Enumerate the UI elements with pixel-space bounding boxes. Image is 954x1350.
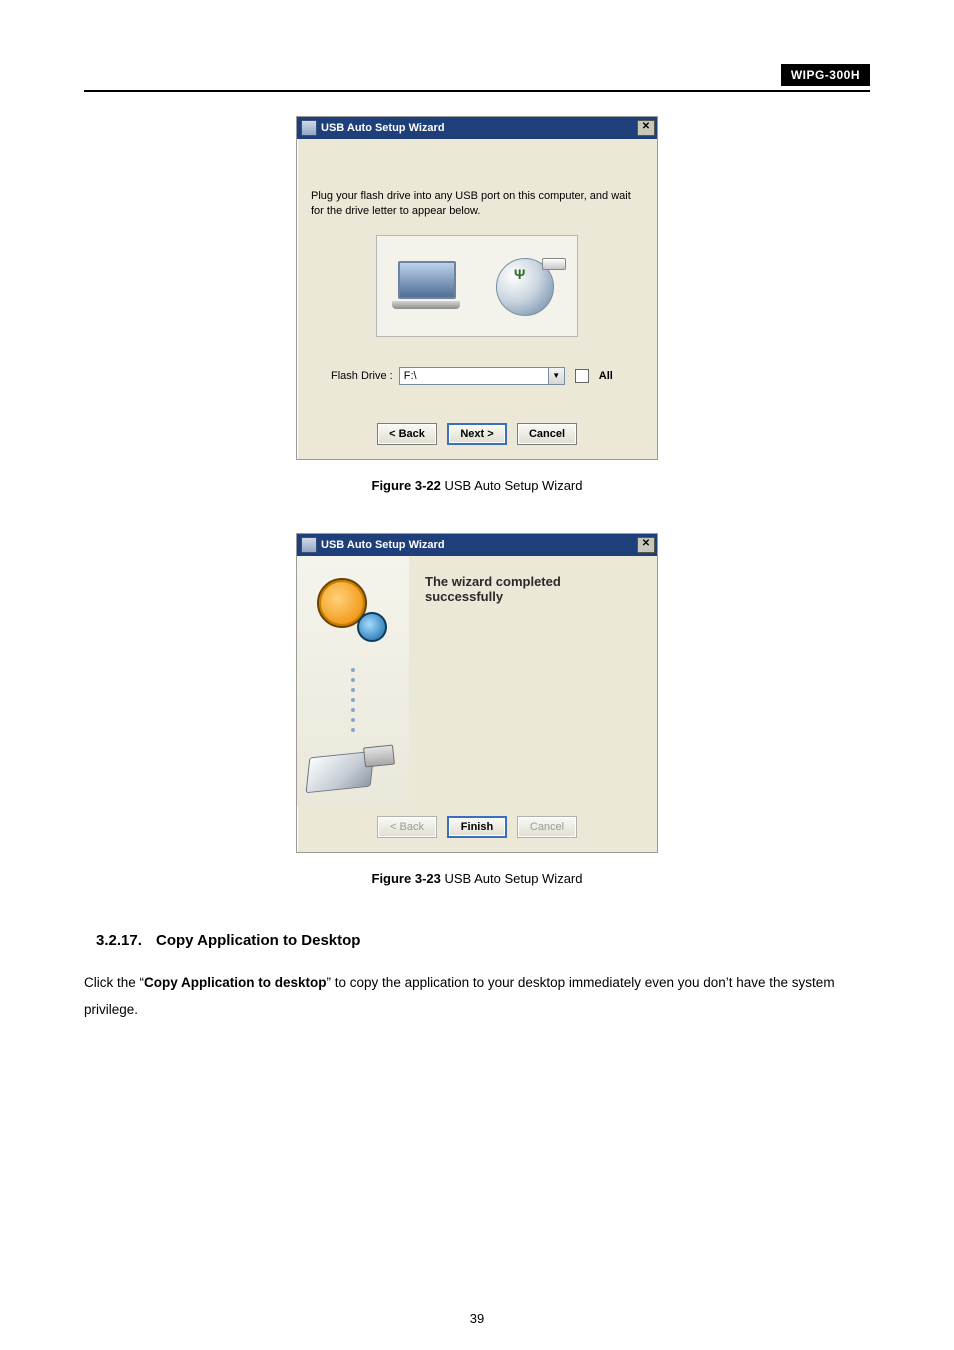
flash-drive-label: Flash Drive : [331, 370, 393, 382]
instruction-text: Plug your flash drive into any USB port … [311, 189, 643, 219]
section-body: Click the “Copy Application to desktop” … [84, 969, 870, 1023]
dialog-button-bar: < Back Finish Cancel [297, 806, 657, 852]
laptop-icon [392, 261, 462, 311]
usb-hub-icon: Ψ [492, 256, 562, 316]
completed-heading: The wizard completed successfully [425, 574, 641, 604]
figure-caption-1: Figure 3-22 USB Auto Setup Wizard [84, 478, 870, 493]
usb-connector-icon [542, 258, 566, 270]
figure-number: Figure 3-22 [372, 478, 441, 493]
section-number: 3.2.17. [96, 932, 156, 949]
dialog-titlebar: USB Auto Setup Wizard ✕ [297, 534, 657, 556]
wizard-sidebar [297, 556, 409, 806]
finish-button[interactable]: Finish [447, 816, 507, 838]
illustration-frame: Ψ [376, 235, 578, 337]
dialog-title: USB Auto Setup Wizard [321, 539, 637, 551]
dialog-body: Plug your flash drive into any USB port … [297, 139, 657, 413]
header-row: WIPG-300H [84, 64, 870, 86]
flash-drive-input[interactable] [399, 367, 549, 385]
section-heading: 3.2.17.Copy Application to Desktop [96, 932, 870, 949]
gears-icon [313, 574, 393, 664]
usb-symbol-icon: Ψ [514, 266, 525, 282]
figure-caption-2: Figure 3-23 USB Auto Setup Wizard [84, 871, 870, 886]
cancel-button: Cancel [517, 816, 577, 838]
product-tag: WIPG-300H [781, 64, 870, 86]
flash-drive-select[interactable]: ▼ [399, 367, 565, 385]
all-label: All [599, 370, 613, 382]
header-rule [84, 90, 870, 92]
usb-drive-icon [308, 740, 398, 800]
flash-drive-row: Flash Drive : ▼ All [331, 367, 643, 385]
chevron-down-icon[interactable]: ▼ [549, 367, 565, 385]
document-page: WIPG-300H USB Auto Setup Wizard ✕ Plug y… [0, 0, 954, 1350]
wizard-dialog-step: USB Auto Setup Wizard ✕ Plug your flash … [296, 116, 658, 460]
figure-text: USB Auto Setup Wizard [441, 478, 583, 493]
section-title: Copy Application to Desktop [156, 932, 360, 949]
figure-text: USB Auto Setup Wizard [441, 871, 583, 886]
app-icon [301, 537, 317, 553]
figure-number: Figure 3-23 [372, 871, 441, 886]
all-checkbox[interactable] [575, 369, 589, 383]
app-icon [301, 120, 317, 136]
body-pre: Click the “ [84, 975, 144, 990]
page-number: 39 [0, 1311, 954, 1326]
back-button: < Back [377, 816, 437, 838]
body-bold: Copy Application to desktop [144, 975, 327, 990]
dialog-body: The wizard completed successfully [297, 556, 657, 806]
wizard-content: The wizard completed successfully [409, 556, 657, 806]
cancel-button[interactable]: Cancel [517, 423, 577, 445]
dialog-titlebar: USB Auto Setup Wizard ✕ [297, 117, 657, 139]
back-button[interactable]: < Back [377, 423, 437, 445]
dialog-title: USB Auto Setup Wizard [321, 122, 637, 134]
next-button[interactable]: Next > [447, 423, 507, 445]
close-icon[interactable]: ✕ [637, 120, 655, 136]
dialog-button-bar: < Back Next > Cancel [297, 413, 657, 459]
wizard-dialog-finish: USB Auto Setup Wizard ✕ The wizard compl… [296, 533, 658, 853]
progress-dots-icon [351, 668, 355, 732]
close-icon[interactable]: ✕ [637, 537, 655, 553]
